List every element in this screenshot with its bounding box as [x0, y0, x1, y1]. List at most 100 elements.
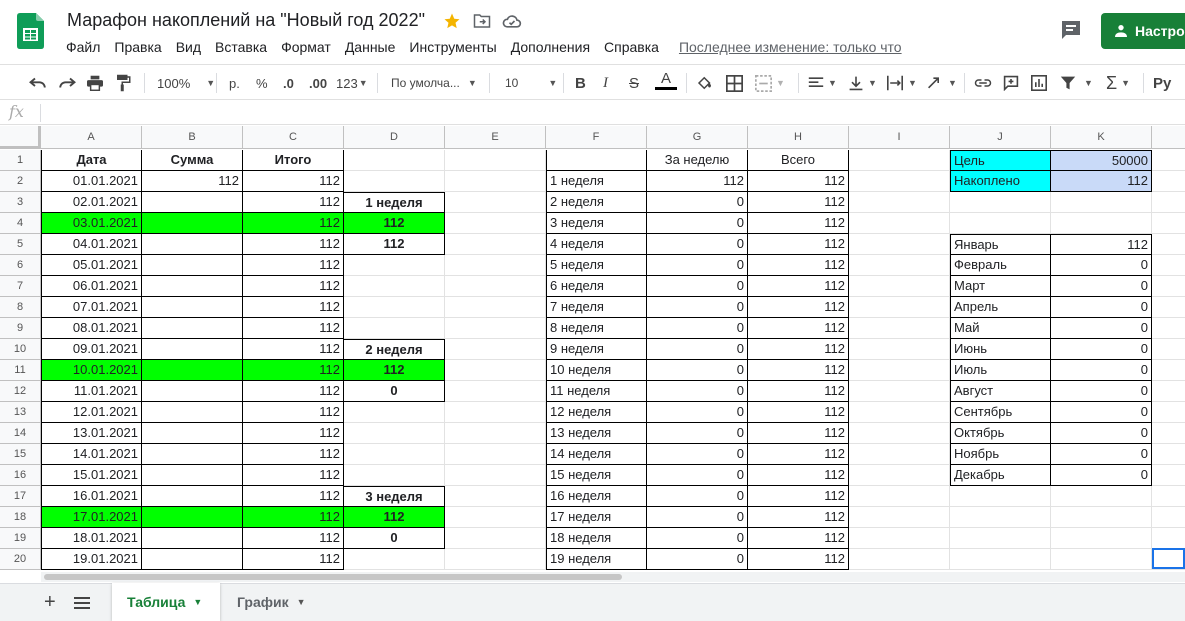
cell-f20[interactable]: 19 неделя — [546, 549, 647, 570]
row-header[interactable]: 13 — [0, 402, 41, 423]
cell-i1[interactable] — [849, 150, 950, 171]
cell-c14[interactable]: 112 — [243, 423, 344, 444]
cell-f18[interactable]: 17 неделя — [546, 507, 647, 528]
cell-h8[interactable]: 112 — [748, 297, 849, 318]
cell-e4[interactable] — [445, 213, 546, 234]
sheet-tab-chart[interactable]: График ▼ — [222, 583, 322, 621]
font-size-select[interactable]: 10 ▼ — [505, 72, 557, 94]
cell-a9[interactable]: 08.01.2021 — [41, 318, 142, 339]
cell-c10[interactable]: 112 — [243, 339, 344, 360]
cell-f2[interactable]: 1 неделя — [546, 171, 647, 192]
cell-g19[interactable]: 0 — [647, 528, 748, 549]
cell-k15[interactable]: 0 — [1051, 444, 1152, 465]
cell-f10[interactable]: 9 неделя — [546, 339, 647, 360]
cell-h18[interactable]: 112 — [748, 507, 849, 528]
cell-j10[interactable]: Июнь — [950, 339, 1051, 360]
cell-c16[interactable]: 112 — [243, 465, 344, 486]
cell-c12[interactable]: 112 — [243, 381, 344, 402]
cell-f12[interactable]: 11 неделя — [546, 381, 647, 402]
cell-j17[interactable] — [950, 486, 1051, 507]
cell-g13[interactable]: 0 — [647, 402, 748, 423]
cell-k19[interactable] — [1051, 528, 1152, 549]
cell-e11[interactable] — [445, 360, 546, 381]
last-edit-link[interactable]: Последнее изменение: только что — [679, 39, 902, 55]
column-header[interactable]: J — [950, 126, 1051, 149]
cell-c5[interactable]: 112 — [243, 234, 344, 255]
column-header[interactable]: F — [546, 126, 647, 149]
cell-l13[interactable] — [1152, 402, 1185, 423]
cell-d10[interactable]: 2 неделя — [344, 339, 445, 360]
cell-l8[interactable] — [1152, 297, 1185, 318]
cell-l11[interactable] — [1152, 360, 1185, 381]
menu-addons[interactable]: Дополнения — [511, 39, 590, 55]
row-header[interactable]: 8 — [0, 297, 41, 318]
cell-a6[interactable]: 05.01.2021 — [41, 255, 142, 276]
cell-l12[interactable] — [1152, 381, 1185, 402]
cell-c4[interactable]: 112 — [243, 213, 344, 234]
cell-h12[interactable]: 112 — [748, 381, 849, 402]
cell-f13[interactable]: 12 неделя — [546, 402, 647, 423]
all-sheets-icon[interactable] — [74, 596, 90, 614]
cell-h4[interactable]: 112 — [748, 213, 849, 234]
cell-f16[interactable]: 15 неделя — [546, 465, 647, 486]
cell-e20[interactable] — [445, 549, 546, 570]
cell-k6[interactable]: 0 — [1051, 255, 1152, 276]
strikethrough-icon[interactable]: S — [629, 72, 639, 94]
cell-b11[interactable] — [142, 360, 243, 381]
row-header[interactable]: 12 — [0, 381, 41, 402]
cell-l19[interactable] — [1152, 528, 1185, 549]
cell-b17[interactable] — [142, 486, 243, 507]
cell-a13[interactable]: 12.01.2021 — [41, 402, 142, 423]
insert-chart-icon[interactable] — [1031, 72, 1047, 94]
cell-i2[interactable] — [849, 171, 950, 192]
cell-j3[interactable] — [950, 192, 1051, 213]
cell-g20[interactable]: 0 — [647, 549, 748, 570]
formula-bar[interactable] — [0, 101, 1185, 125]
cell-b1[interactable]: Сумма — [142, 150, 243, 171]
cell-j6[interactable]: Февраль — [950, 255, 1051, 276]
cell-i14[interactable] — [849, 423, 950, 444]
cell-j7[interactable]: Март — [950, 276, 1051, 297]
cell-k2[interactable]: 112 — [1051, 171, 1152, 192]
cell-j16[interactable]: Декабрь — [950, 465, 1051, 486]
cell-c7[interactable]: 112 — [243, 276, 344, 297]
cell-g2[interactable]: 112 — [647, 171, 748, 192]
menu-view[interactable]: Вид — [176, 39, 201, 55]
cell-g15[interactable]: 0 — [647, 444, 748, 465]
cell-j19[interactable] — [950, 528, 1051, 549]
cell-d2[interactable] — [344, 171, 445, 192]
text-color-icon[interactable]: A — [655, 71, 677, 94]
cell-a10[interactable]: 09.01.2021 — [41, 339, 142, 360]
cell-e19[interactable] — [445, 528, 546, 549]
cell-b4[interactable] — [142, 213, 243, 234]
cell-g18[interactable]: 0 — [647, 507, 748, 528]
cell-i17[interactable] — [849, 486, 950, 507]
zoom-select[interactable]: 100% ▼ — [157, 72, 215, 94]
cell-g9[interactable]: 0 — [647, 318, 748, 339]
decrease-decimal-button[interactable]: .0 — [283, 72, 294, 94]
menu-tools[interactable]: Инструменты — [409, 39, 496, 55]
row-header[interactable]: 3 — [0, 192, 41, 213]
cell-k16[interactable]: 0 — [1051, 465, 1152, 486]
row-header[interactable]: 5 — [0, 234, 41, 255]
spreadsheet-grid[interactable]: A B C D E F G H I J K 1 Дата Сумма Итого За неделю Всего… — [0, 126, 1185, 572]
cell-e5[interactable] — [445, 234, 546, 255]
selected-cell[interactable] — [1152, 548, 1185, 569]
cell-a17[interactable]: 16.01.2021 — [41, 486, 142, 507]
cell-k1[interactable]: 50000 — [1051, 150, 1152, 171]
cell-h5[interactable]: 112 — [748, 234, 849, 255]
cell-g14[interactable]: 0 — [647, 423, 748, 444]
horizontal-align-icon[interactable]: ▼ — [808, 72, 837, 94]
menu-data[interactable]: Данные — [345, 39, 396, 55]
cell-l18[interactable] — [1152, 507, 1185, 528]
cell-a2[interactable]: 01.01.2021 — [41, 171, 142, 192]
cell-b16[interactable] — [142, 465, 243, 486]
cell-g7[interactable]: 0 — [647, 276, 748, 297]
cell-e16[interactable] — [445, 465, 546, 486]
cell-h19[interactable]: 112 — [748, 528, 849, 549]
cell-j4[interactable] — [950, 213, 1051, 234]
cell-i7[interactable] — [849, 276, 950, 297]
cell-j18[interactable] — [950, 507, 1051, 528]
cell-b5[interactable] — [142, 234, 243, 255]
cell-e2[interactable] — [445, 171, 546, 192]
